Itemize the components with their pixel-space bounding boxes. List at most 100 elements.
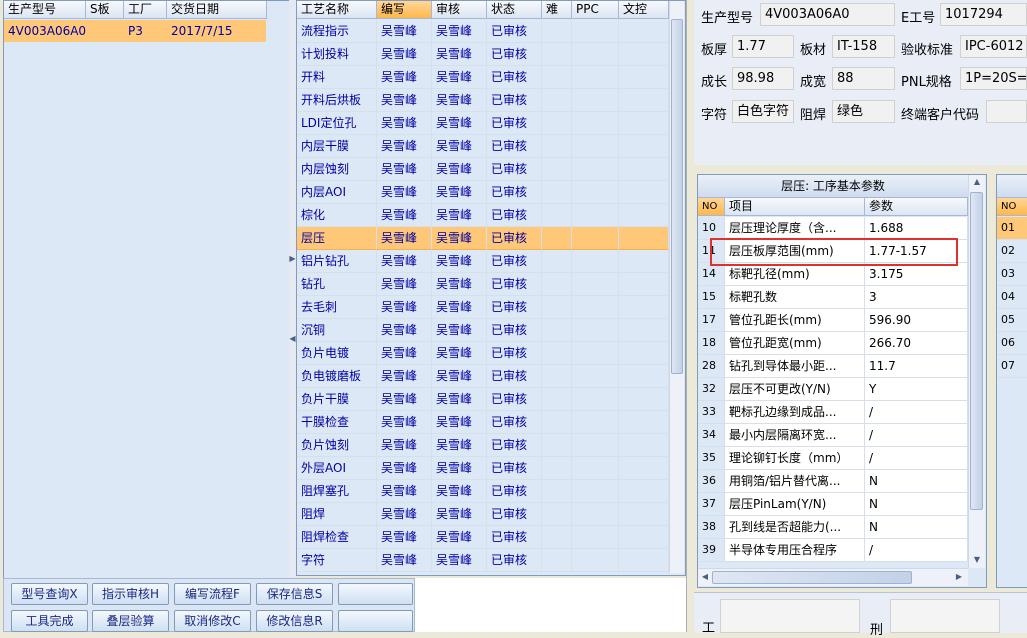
process-row[interactable]: 负片干膜 吴雪峰 吴雪峰 已审核 xyxy=(297,388,669,411)
param-row[interactable]: 15 标靶孔数 3 xyxy=(698,286,968,309)
right-no-cell[interactable]: 05 xyxy=(997,309,1027,332)
param-row[interactable]: 28 钻孔到导体最小距... 11.7 xyxy=(698,355,968,378)
model-row[interactable]: 4V003A06A0 P3 2017/7/15 xyxy=(4,20,266,42)
process-row[interactable]: 去毛刺 吴雪峰 吴雪峰 已审核 xyxy=(297,296,669,319)
right-col-no[interactable]: NO xyxy=(997,198,1027,216)
reviewer-cell: 吴雪峰 xyxy=(432,273,487,296)
col-sboard[interactable]: S板 xyxy=(86,1,124,19)
width-field[interactable]: 88 xyxy=(832,67,895,90)
process-row[interactable]: 负片电镀 吴雪峰 吴雪峰 已审核 xyxy=(297,342,669,365)
model-field[interactable]: 4V003A06A0 xyxy=(760,3,895,26)
param-row[interactable]: 18 管位孔距宽(mm) 266.70 xyxy=(698,332,968,355)
right-no-cell[interactable]: 01 xyxy=(997,217,1027,240)
process-row[interactable]: 棕化 吴雪峰 吴雪峰 已审核 xyxy=(297,204,669,227)
process-row[interactable]: 外层AOI 吴雪峰 吴雪峰 已审核 xyxy=(297,457,669,480)
bottom-field-b[interactable] xyxy=(890,599,1000,633)
process-row[interactable]: 计划投料 吴雪峰 吴雪峰 已审核 xyxy=(297,43,669,66)
model-query-button[interactable]: 型号查询X xyxy=(11,583,88,605)
param-row[interactable]: 37 层压PinLam(Y/N) N xyxy=(698,493,968,516)
standard-field[interactable]: IPC-6012 xyxy=(960,35,1027,58)
pnl-field[interactable]: 1P=20S= xyxy=(960,67,1027,90)
char-field[interactable]: 白色字符 xyxy=(732,100,794,123)
process-row[interactable]: 字符 吴雪峰 吴雪峰 已审核 xyxy=(297,549,669,572)
param-row[interactable]: 32 层压不可更改(Y/N) Y xyxy=(698,378,968,401)
length-field[interactable]: 98.98 xyxy=(732,67,794,90)
col-item[interactable]: 项目 xyxy=(725,198,865,216)
cancel-edit-button[interactable]: 取消修改C xyxy=(174,610,251,632)
process-row[interactable]: 开料后烘板 吴雪峰 吴雪峰 已审核 xyxy=(297,89,669,112)
approve-instruction-button[interactable]: 指示审核H xyxy=(92,583,169,605)
mask-field[interactable]: 绿色 xyxy=(832,100,895,123)
param-row[interactable]: 39 半导体专用压合程序 / xyxy=(698,539,968,562)
scroll-up-icon[interactable]: ▲ xyxy=(969,177,985,186)
col-status[interactable]: 状态 xyxy=(487,1,542,19)
save-info-button[interactable]: 保存信息S xyxy=(256,583,333,605)
process-row[interactable]: 流程指示 吴雪峰 吴雪峰 已审核 xyxy=(297,20,669,43)
bottom-field-a[interactable] xyxy=(720,599,860,633)
right-no-cell[interactable]: 04 xyxy=(997,286,1027,309)
process-row[interactable]: 沉铜 吴雪峰 吴雪峰 已审核 xyxy=(297,319,669,342)
right-no-cell[interactable]: 06 xyxy=(997,332,1027,355)
right-no-cell[interactable]: 03 xyxy=(997,263,1027,286)
process-row[interactable]: 钻孔 吴雪峰 吴雪峰 已审核 xyxy=(297,273,669,296)
param-row[interactable]: 14 标靶孔径(mm) 3.175 xyxy=(698,263,968,286)
param-no-cell: 10 xyxy=(698,217,725,240)
scroll-right-icon[interactable]: ▶ xyxy=(954,572,964,581)
process-row[interactable]: 阻焊检查 吴雪峰 吴雪峰 已审核 xyxy=(297,526,669,549)
process-row[interactable]: LDI定位孔 吴雪峰 吴雪峰 已审核 xyxy=(297,112,669,135)
edit-info-button[interactable]: 修改信息R xyxy=(256,610,333,632)
param-row[interactable]: 35 理论铆钉长度（mm） / xyxy=(698,447,968,470)
process-scroll-thumb[interactable] xyxy=(671,19,683,374)
process-row[interactable]: 内层蚀刻 吴雪峰 吴雪峰 已审核 xyxy=(297,158,669,181)
tool-complete-button[interactable]: 工具完成 xyxy=(11,610,88,632)
scroll-left-icon[interactable]: ◀ xyxy=(700,572,710,581)
customer-field[interactable] xyxy=(986,100,1027,123)
param-vscroll-thumb[interactable] xyxy=(970,192,983,510)
col-ppc[interactable]: PPC xyxy=(572,1,619,19)
col-reviewer[interactable]: 审核 xyxy=(432,1,487,19)
process-row[interactable]: 层压 吴雪峰 吴雪峰 已审核 xyxy=(297,227,669,250)
param-hscroll[interactable]: ◀ ▶ xyxy=(698,568,968,586)
process-scrollbar[interactable] xyxy=(669,1,684,573)
right-no-cell[interactable]: 02 xyxy=(997,240,1027,263)
splitter-arrow-icon[interactable]: ◀ xyxy=(289,334,296,343)
process-row[interactable]: 阻焊 吴雪峰 吴雪峰 已审核 xyxy=(297,503,669,526)
splitter-arrow-icon[interactable]: ▶ xyxy=(289,254,296,263)
process-row[interactable]: 干膜检查 吴雪峰 吴雪峰 已审核 xyxy=(297,411,669,434)
right-no-cell[interactable]: 07 xyxy=(997,355,1027,378)
eno-field[interactable]: 1017294 xyxy=(940,3,1027,26)
thickness-field[interactable]: 1.77 xyxy=(732,35,794,58)
param-row[interactable]: 10 层压理论厚度（含... 1.688 xyxy=(698,217,968,240)
stackup-check-button[interactable]: 叠层验算 xyxy=(92,610,169,632)
param-row[interactable]: 17 管位孔距长(mm) 596.90 xyxy=(698,309,968,332)
writer-cell: 吴雪峰 xyxy=(377,388,432,411)
blank-button-2[interactable] xyxy=(338,610,413,632)
param-row[interactable]: 34 最小内层隔离环宽... / xyxy=(698,424,968,447)
process-row[interactable]: 负电镀磨板 吴雪峰 吴雪峰 已审核 xyxy=(297,365,669,388)
process-row[interactable]: 内层AOI 吴雪峰 吴雪峰 已审核 xyxy=(297,181,669,204)
col-delivery-date[interactable]: 交货日期 xyxy=(167,1,267,19)
blank-button[interactable] xyxy=(338,583,413,605)
material-field[interactable]: IT-158 xyxy=(832,35,895,58)
process-row[interactable]: 内层干膜 吴雪峰 吴雪峰 已审核 xyxy=(297,135,669,158)
col-param[interactable]: 参数 xyxy=(865,198,968,216)
param-hscroll-thumb[interactable] xyxy=(712,571,912,584)
col-difficulty[interactable]: 难 xyxy=(542,1,572,19)
col-doc-control[interactable]: 文控 xyxy=(619,1,669,19)
param-vscroll[interactable]: ▲ ▼ xyxy=(968,175,985,568)
process-row[interactable]: 铝片钻孔 吴雪峰 吴雪峰 已审核 xyxy=(297,250,669,273)
col-writer[interactable]: 编写 xyxy=(377,1,432,19)
param-row[interactable]: 38 孔到线是否超能力(... N xyxy=(698,516,968,539)
splitter[interactable] xyxy=(289,0,296,578)
col-no[interactable]: NO xyxy=(698,198,725,216)
param-row[interactable]: 33 靶标孔边缘到成品... / xyxy=(698,401,968,424)
process-row[interactable]: 阻焊塞孔 吴雪峰 吴雪峰 已审核 xyxy=(297,480,669,503)
process-row[interactable]: 负片蚀刻 吴雪峰 吴雪峰 已审核 xyxy=(297,434,669,457)
col-factory[interactable]: 工厂 xyxy=(124,1,167,19)
col-process-name[interactable]: 工艺名称 xyxy=(297,1,377,19)
write-flow-button[interactable]: 编写流程F xyxy=(174,583,251,605)
param-row[interactable]: 36 用铜箔/铝片替代离... N xyxy=(698,470,968,493)
col-model[interactable]: 生产型号 xyxy=(4,1,86,19)
process-row[interactable]: 开料 吴雪峰 吴雪峰 已审核 xyxy=(297,66,669,89)
scroll-down-icon[interactable]: ▼ xyxy=(969,555,985,564)
